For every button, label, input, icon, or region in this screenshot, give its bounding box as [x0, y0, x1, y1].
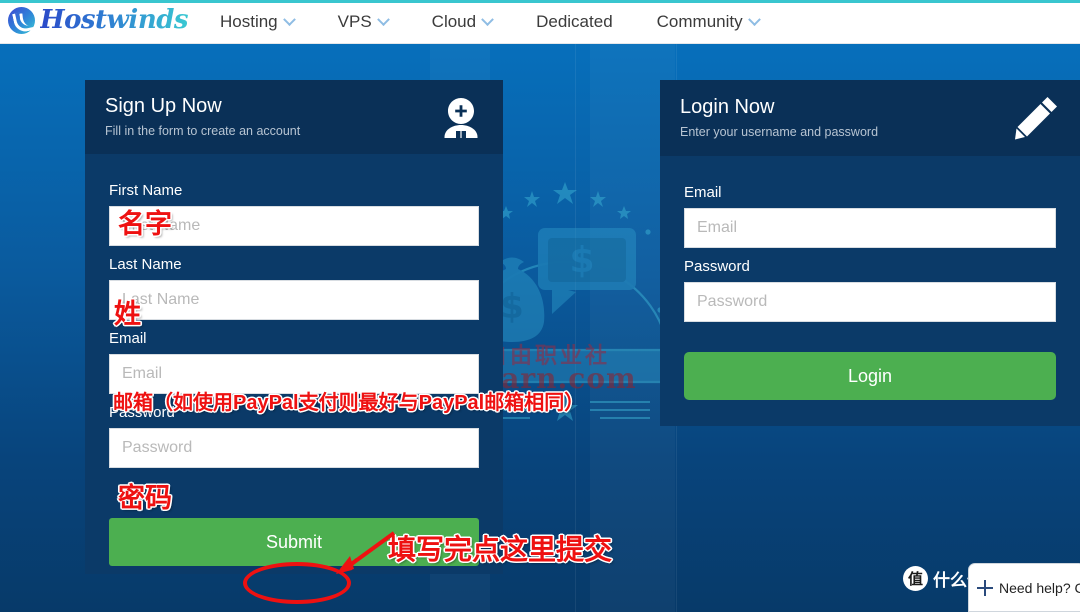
plus-icon: [977, 579, 993, 596]
last-name-input[interactable]: Last Name: [109, 280, 479, 320]
smzdm-mark-icon: 值: [903, 566, 928, 591]
login-email-placeholder: Email: [697, 219, 738, 236]
nav-label: Dedicated: [536, 12, 613, 31]
login-password-input[interactable]: Password: [684, 282, 1056, 322]
nav-item-cloud[interactable]: Cloud: [410, 12, 514, 32]
signup-email-placeholder: Email: [122, 365, 163, 382]
first-name-input[interactable]: First Name: [109, 206, 479, 246]
login-button[interactable]: Login: [684, 352, 1056, 400]
pencil-icon: [1015, 97, 1057, 140]
login-password-placeholder: Password: [697, 293, 768, 310]
chat-widget[interactable]: Need help? C: [968, 563, 1080, 612]
signup-password-label: Password: [109, 404, 175, 421]
page-root: $ $ 自由职业社 ieearn.com Hostwinds Hosting V…: [0, 0, 1080, 612]
signup-password-placeholder: Password: [122, 439, 193, 456]
hostwinds-wave-logo-icon: [8, 6, 35, 34]
signup-card: Sign Up Now Fill in the form to create a…: [85, 80, 503, 574]
last-name-label: Last Name: [109, 256, 182, 273]
nav-label: Community: [656, 12, 743, 31]
svg-text:$: $: [500, 287, 524, 327]
login-card-header: Login Now Enter your username and passwo…: [660, 80, 1080, 156]
chevron-down-icon: [376, 12, 390, 26]
nav-item-vps[interactable]: VPS: [316, 12, 410, 32]
first-name-placeholder: First Name: [122, 217, 201, 234]
signup-password-input[interactable]: Password: [109, 428, 479, 468]
submit-button[interactable]: Submit: [109, 518, 479, 566]
chevron-down-icon: [481, 12, 494, 26]
last-name-placeholder: Last Name: [122, 291, 200, 308]
add-user-icon: [444, 98, 478, 138]
login-email-label: Email: [684, 184, 722, 201]
signup-email-label: Email: [109, 330, 147, 347]
logo-text: Hostwinds: [40, 5, 189, 35]
nav-label: Hosting: [220, 12, 278, 31]
login-card: Login Now Enter your username and passwo…: [660, 80, 1080, 426]
chevron-down-icon: [747, 12, 761, 26]
nav-label: VPS: [337, 12, 372, 31]
site-header: Hostwinds Hosting VPS Cloud Dedicated Co…: [0, 3, 1080, 44]
nav-label: Cloud: [431, 12, 477, 31]
chevron-down-icon: [282, 12, 296, 26]
bg-vline-1: [575, 44, 576, 612]
signup-email-input[interactable]: Email: [109, 354, 479, 394]
first-name-label: First Name: [109, 182, 183, 199]
login-subtitle: Enter your username and password: [680, 125, 879, 139]
login-card-body: Email Email Password Password Login: [660, 156, 1080, 426]
nav-item-dedicated[interactable]: Dedicated: [514, 12, 635, 32]
signup-title: Sign Up Now: [105, 95, 222, 117]
nav-item-hosting[interactable]: Hosting: [198, 12, 316, 32]
login-email-input[interactable]: Email: [684, 208, 1056, 248]
nav-item-community[interactable]: Community: [635, 12, 781, 32]
chat-widget-text: Need help? C: [999, 579, 1080, 596]
signup-subtitle: Fill in the form to create an account: [105, 124, 301, 138]
signup-card-body: First Name First Name Last Name Last Nam…: [85, 154, 503, 574]
login-title: Login Now: [680, 96, 775, 118]
main-nav: Hosting VPS Cloud Dedicated Community: [198, 0, 781, 44]
site-logo[interactable]: Hostwinds: [8, 0, 189, 40]
login-password-label: Password: [684, 258, 750, 275]
signup-card-header: Sign Up Now Fill in the form to create a…: [85, 80, 503, 154]
